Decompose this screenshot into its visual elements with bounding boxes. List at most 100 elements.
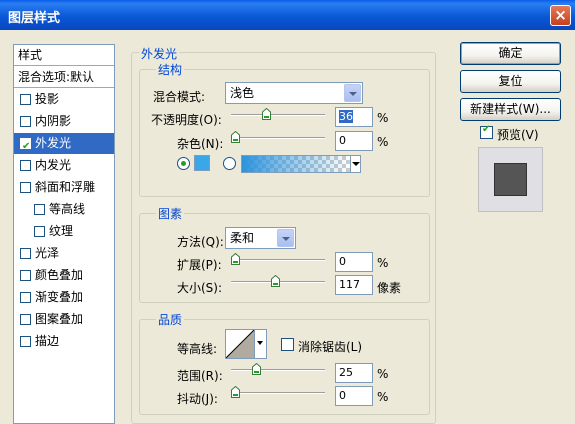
preview-square xyxy=(494,163,527,196)
style-list-item[interactable]: 渐变叠加 xyxy=(14,287,114,308)
styles-header[interactable]: 样式 xyxy=(14,45,114,66)
style-list-item[interactable]: 投影 xyxy=(14,89,114,110)
outer-glow-panel: 外发光 结构 混合模式: 浅色 不透明度(O): 36 % 杂色(N): 0 %… xyxy=(131,44,438,424)
jitter-slider[interactable] xyxy=(231,386,325,400)
style-list-item-label: 斜面和浮雕 xyxy=(35,180,96,194)
blend-mode-select[interactable]: 浅色 xyxy=(225,82,363,104)
spread-label: 扩展(P): xyxy=(177,258,222,272)
noise-input[interactable]: 0 xyxy=(335,131,373,151)
gradient-radio[interactable] xyxy=(223,157,236,170)
style-checkbox[interactable] xyxy=(20,270,31,281)
size-slider[interactable] xyxy=(231,275,325,289)
style-checkbox[interactable] xyxy=(20,182,31,193)
style-checkbox[interactable] xyxy=(20,336,31,347)
linear-contour-icon xyxy=(226,330,254,358)
style-checkbox[interactable] xyxy=(20,94,31,105)
noise-unit: % xyxy=(377,135,389,149)
slider-track xyxy=(231,259,325,261)
range-label: 范围(R): xyxy=(177,369,223,383)
technique-label: 方法(Q): xyxy=(177,235,224,249)
style-list: 样式 混合选项:默认 投影内阴影 ✔ 外发光内发光斜面和浮雕等高线纹理光泽颜色叠加渐… xyxy=(13,44,115,424)
contour-label: 等高线: xyxy=(177,342,218,356)
contour-picker[interactable] xyxy=(225,329,267,359)
style-list-item-label: 等高线 xyxy=(49,202,86,216)
chevron-down-icon xyxy=(344,84,361,102)
style-checkbox[interactable] xyxy=(20,292,31,303)
style-list-item[interactable]: 颜色叠加 xyxy=(14,265,114,286)
antialias-label: 消除锯齿(L) xyxy=(298,340,363,354)
slider-track xyxy=(231,392,325,394)
dialog-body: 样式 混合选项:默认 投影内阴影 ✔ 外发光内发光斜面和浮雕等高线纹理光泽颜色叠加渐… xyxy=(3,30,572,424)
slider-thumb-icon[interactable] xyxy=(231,386,240,398)
style-list-item[interactable]: ✔ 外发光 xyxy=(14,133,114,154)
technique-select[interactable]: 柔和 xyxy=(225,227,296,249)
jitter-label: 抖动(J): xyxy=(177,392,218,406)
ok-button[interactable]: 确定 xyxy=(460,42,561,65)
contour-dropdown-arrow-icon[interactable] xyxy=(254,330,266,358)
preview-checkbox[interactable]: ✔ xyxy=(480,124,493,139)
checkmark-icon: ✔ xyxy=(482,124,491,135)
style-list-item[interactable]: 等高线 xyxy=(14,199,114,220)
style-list-item-label: 外发光 xyxy=(35,136,72,150)
style-checkbox[interactable] xyxy=(34,204,45,215)
gradient-dropdown-arrow-icon[interactable] xyxy=(350,155,361,173)
opacity-slider[interactable] xyxy=(231,108,325,122)
spread-input[interactable]: 0 xyxy=(335,252,373,272)
slider-track xyxy=(231,137,325,139)
jitter-input[interactable]: 0 xyxy=(335,386,373,406)
style-list-item[interactable]: 内发光 xyxy=(14,155,114,176)
style-list-item[interactable]: 图案叠加 xyxy=(14,309,114,330)
range-slider[interactable] xyxy=(231,363,325,377)
style-checkbox[interactable]: ✔ xyxy=(20,138,31,152)
style-list-item-label: 颜色叠加 xyxy=(35,268,84,282)
slider-thumb-icon[interactable] xyxy=(252,363,261,375)
style-checkbox[interactable] xyxy=(20,314,31,325)
style-list-item-label: 描边 xyxy=(35,334,60,348)
elements-title: 图素 xyxy=(156,205,185,222)
spread-slider[interactable] xyxy=(231,253,325,267)
jitter-unit: % xyxy=(377,390,389,404)
slider-thumb-icon[interactable] xyxy=(262,108,271,120)
style-checkbox[interactable] xyxy=(20,160,31,171)
style-list-item[interactable]: 光泽 xyxy=(14,243,114,264)
slider-thumb-icon[interactable] xyxy=(271,275,280,287)
spread-unit: % xyxy=(377,256,389,270)
reset-button[interactable]: 复位 xyxy=(460,70,561,93)
glow-gradient-picker[interactable] xyxy=(241,155,351,173)
style-list-item[interactable]: 内阴影 xyxy=(14,111,114,132)
style-list-item[interactable]: 纹理 xyxy=(14,221,114,242)
new-style-button[interactable]: 新建样式(W)... xyxy=(460,98,561,121)
preview-label: 预览(V) xyxy=(497,128,539,142)
opacity-label: 不透明度(O): xyxy=(151,113,222,127)
slider-thumb-icon[interactable] xyxy=(231,131,240,143)
style-list-item-label: 光泽 xyxy=(35,246,60,260)
solid-color-radio[interactable] xyxy=(177,157,190,170)
style-checkbox[interactable] xyxy=(20,116,31,127)
style-list-item-label: 纹理 xyxy=(49,224,74,238)
range-unit: % xyxy=(377,367,389,381)
antialias-checkbox[interactable] xyxy=(281,338,294,351)
structure-title: 结构 xyxy=(156,61,185,78)
style-checkbox[interactable] xyxy=(20,248,31,259)
range-input[interactable]: 25 xyxy=(335,363,373,383)
close-button[interactable]: × xyxy=(550,5,571,26)
style-list-item[interactable]: 斜面和浮雕 xyxy=(14,177,114,198)
slider-track xyxy=(231,369,325,371)
style-checkbox[interactable] xyxy=(34,226,45,237)
checkmark-icon: ✔ xyxy=(22,141,31,152)
opacity-value: 36 xyxy=(339,110,353,123)
style-list-item[interactable]: 描边 xyxy=(14,331,114,352)
size-input[interactable]: 117 xyxy=(335,275,373,295)
style-list-item-label: 内发光 xyxy=(35,158,72,172)
opacity-input[interactable]: 36 xyxy=(335,107,373,127)
blend-options-item[interactable]: 混合选项:默认 xyxy=(14,67,114,88)
slider-track xyxy=(231,114,325,116)
chevron-down-icon xyxy=(277,229,294,247)
noise-slider[interactable] xyxy=(231,131,325,145)
slider-thumb-icon[interactable] xyxy=(231,253,240,265)
window-title: 图层样式 xyxy=(8,11,61,26)
style-list-item-label: 投影 xyxy=(35,92,60,106)
glow-color-swatch[interactable] xyxy=(194,155,210,171)
blend-mode-value: 浅色 xyxy=(230,86,255,100)
style-list-item-label: 渐变叠加 xyxy=(35,290,84,304)
